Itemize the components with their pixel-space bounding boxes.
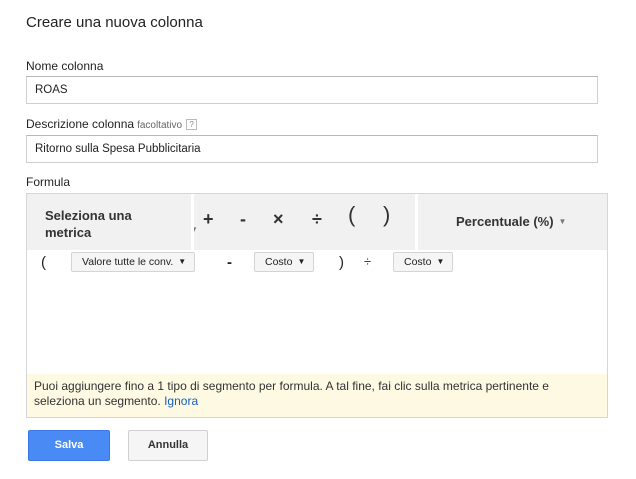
optional-hint: facoltativo	[137, 120, 183, 131]
format-select-dropdown[interactable]: Percentuale (%) ▼	[456, 214, 566, 229]
metric-chip-label: Costo	[404, 256, 432, 268]
expression-minus: -	[227, 254, 232, 271]
description-input[interactable]: Ritorno sulla Spesa Pubblicitaria	[26, 135, 598, 163]
metric-select-label: Seleziona una metrica	[45, 208, 132, 240]
segment-notice: Puoi aggiungere fino a 1 tipo di segment…	[27, 374, 607, 417]
chevron-down-icon: ▼	[178, 257, 187, 266]
metric-chip-label: Costo	[265, 256, 293, 268]
formula-editor[interactable]: Seleziona una metrica ▼ + - × ÷ ( ) Perc…	[26, 193, 608, 418]
format-select-label: Percentuale (%)	[456, 214, 554, 229]
description-label-text: Descrizione colonna	[26, 117, 135, 131]
name-input[interactable]: ROAS	[26, 76, 598, 104]
multiply-operator-button[interactable]: ×	[273, 208, 284, 230]
cancel-button[interactable]: Annulla	[128, 430, 208, 461]
expression-divide: ÷	[364, 254, 372, 269]
name-field-label: Nome colonna	[26, 59, 104, 73]
expression-close-paren: )	[339, 254, 344, 271]
segment-notice-text: Puoi aggiungere fino a 1 tipo di segment…	[34, 379, 549, 408]
formula-toolbar: Seleziona una metrica ▼ + - × ÷ ( ) Perc…	[27, 194, 607, 250]
toolbar-divider	[415, 194, 418, 250]
formula-label: Formula	[26, 175, 71, 189]
help-icon[interactable]: ?	[186, 119, 198, 130]
metric-chip-costo[interactable]: Costo ▼	[254, 252, 315, 272]
save-button[interactable]: Salva	[28, 430, 110, 461]
chevron-down-icon: ▼	[436, 257, 445, 266]
ignore-link[interactable]: Ignora	[164, 394, 198, 408]
expression-open-paren: (	[41, 254, 46, 271]
close-paren-button[interactable]: )	[383, 204, 390, 226]
chevron-down-icon: ▼	[297, 257, 306, 266]
metric-chip-valore-conv[interactable]: Valore tutte le conv. ▼	[71, 252, 196, 272]
toolbar-divider	[191, 194, 194, 250]
description-field-label: Descrizione colonna facoltativo?	[26, 117, 198, 131]
plus-operator-button[interactable]: +	[203, 208, 214, 230]
dialog-title: Creare una nuova colonna	[26, 14, 203, 31]
metric-select-dropdown[interactable]: Seleziona una metrica ▼	[45, 207, 198, 241]
divide-operator-button[interactable]: ÷	[312, 208, 322, 230]
metric-chip-costo[interactable]: Costo ▼	[393, 252, 454, 272]
minus-operator-button[interactable]: -	[240, 208, 246, 230]
chevron-down-icon: ▼	[558, 217, 567, 226]
metric-chip-label: Valore tutte le conv.	[82, 256, 174, 268]
open-paren-button[interactable]: (	[348, 204, 355, 226]
